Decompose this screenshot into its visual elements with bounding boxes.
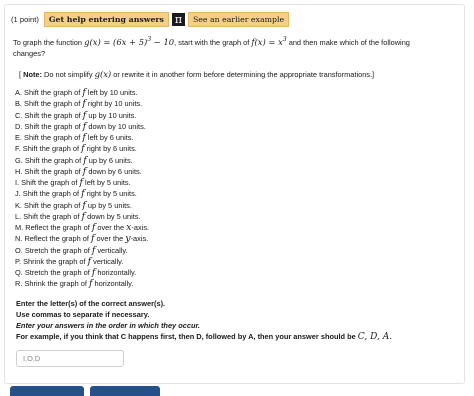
- question-text: To graph the function g(x) = (6x + 5)3 −…: [13, 36, 410, 47]
- option-text: E. Shift the graph of: [15, 133, 83, 142]
- option-text: J. Shift the graph of: [15, 189, 82, 199]
- option-text: L. Shift the graph of: [15, 211, 82, 221]
- option-item: A. Shift the graph of f left by 10 units…: [15, 87, 149, 98]
- points-label: (1 point): [11, 14, 39, 24]
- option-item: J. Shift the graph of f right by 5 units…: [15, 188, 149, 199]
- problem-header: (1 point) Get help entering answers π Se…: [11, 11, 290, 27]
- question-mid: , start with the graph of: [174, 37, 250, 47]
- instruction-line-3: Enter your answers in the order in which…: [16, 321, 200, 330]
- option-text: F. Shift the graph of: [15, 144, 82, 154]
- option-text: G. Shift the graph of: [15, 155, 84, 165]
- option-item: K. Shift the graph of f up by 5 units.: [15, 200, 149, 211]
- option-text-end: vertically.: [95, 245, 128, 255]
- note-text: [ Note: Do not simplify g(x) or rewrite …: [19, 69, 374, 79]
- question-line-2: changes?: [13, 49, 46, 58]
- option-item: B. Shift the graph of f right by 10 unit…: [15, 98, 149, 109]
- option-text: D. Shift the graph of: [15, 121, 83, 131]
- option-text-end: right by 5 units.: [84, 189, 137, 199]
- option-axis-tail: -axis.: [131, 223, 150, 232]
- option-text-end: left by 5 units.: [83, 178, 131, 187]
- option-item: C. Shift the graph of f up by 10 units.: [15, 110, 149, 121]
- option-item: D. Shift the graph of f down by 10 units…: [15, 121, 149, 132]
- function-f-expr: f(x) = x: [251, 36, 283, 47]
- option-item: P. Shrink the graph of f vertically.: [15, 256, 149, 267]
- option-text-end: down by 10 units.: [86, 121, 146, 131]
- option-text-end: down by 5 units.: [85, 211, 141, 221]
- option-text: C. Shift the graph of: [15, 110, 83, 120]
- function-g-expr: g(x) = (6x + 5): [84, 36, 148, 47]
- options-list: A. Shift the graph of f left by 10 units…: [15, 87, 149, 290]
- option-text: B. Shift the graph of: [15, 99, 83, 109]
- note-expr: g(x): [94, 69, 112, 79]
- note-label: Note:: [23, 70, 42, 79]
- instruction-line-4: For example, if you think that C happens…: [16, 332, 392, 342]
- option-text-end: up by 5 units.: [85, 200, 132, 210]
- option-item: H. Shift the graph of f down by 6 units.: [15, 166, 149, 177]
- option-text: I. Shift the graph of: [15, 178, 80, 187]
- answer-input[interactable]: [16, 350, 124, 367]
- option-text: Q. Stretch the graph of: [15, 268, 92, 277]
- option-text-end: horizontally.: [95, 268, 137, 277]
- instruction-line-1: Enter the letter(s) of the correct answe…: [16, 299, 166, 308]
- option-axis-tail: -axis.: [130, 234, 149, 244]
- function-g-tail: − 10: [151, 36, 175, 47]
- pi-icon[interactable]: π: [171, 12, 185, 26]
- option-item: G. Shift the graph of f up by 6 units.: [15, 155, 149, 166]
- instruction-example-answer: C, D, A.: [357, 332, 393, 342]
- option-text-end: over the: [94, 234, 126, 244]
- option-text-end: up by 10 units.: [86, 110, 137, 120]
- question-post: and then make which of the following: [286, 37, 410, 47]
- note-post: or rewrite it in another form before det…: [111, 70, 375, 79]
- option-text-end: down by 6 units.: [86, 166, 142, 176]
- option-text: R. Shrink the graph of: [15, 279, 89, 289]
- question-pre: To graph the function: [13, 37, 83, 47]
- option-text-end: horizontally.: [92, 279, 134, 289]
- note-pre: Do not simplify: [42, 70, 95, 79]
- submit-button[interactable]: [10, 386, 84, 396]
- instruction-line-2: Use commas to separate if necessary.: [16, 310, 150, 319]
- option-text: N. Reflect the graph of: [15, 234, 91, 244]
- option-text: K. Shift the graph of: [15, 200, 83, 210]
- option-text-end: over the: [95, 223, 127, 232]
- earlier-example-button[interactable]: See an earlier example: [187, 11, 290, 27]
- option-text-end: left by 10 units.: [85, 88, 138, 97]
- option-text: H. Shift the graph of: [15, 166, 83, 176]
- option-text: A. Shift the graph of: [15, 88, 83, 97]
- option-item: M. Reflect the graph of f over the x-axi…: [15, 222, 149, 233]
- option-item: O. Stretch the graph of f vertically.: [15, 245, 149, 256]
- option-item: R. Shrink the graph of f horizontally.: [15, 278, 149, 289]
- option-item: N. Reflect the graph of f over the y-axi…: [15, 233, 149, 244]
- help-entering-answers-button[interactable]: Get help entering answers: [43, 11, 169, 27]
- option-item: Q. Stretch the graph of f horizontally.: [15, 267, 149, 278]
- option-item: F. Shift the graph of f right by 6 units…: [15, 143, 149, 154]
- function-f: f(x) = x3: [251, 36, 286, 47]
- option-text: M. Reflect the graph of: [15, 223, 92, 232]
- option-text-end: left by 6 units.: [85, 133, 134, 142]
- option-item: L. Shift the graph of f down by 5 units.: [15, 211, 149, 222]
- function-g: g(x) = (6x + 5)3 − 10: [84, 36, 175, 47]
- option-text: O. Stretch the graph of: [15, 245, 92, 255]
- problem-panel: (1 point) Get help entering answers π Se…: [4, 4, 465, 384]
- preview-button[interactable]: [90, 386, 160, 396]
- option-item: E. Shift the graph of f left by 6 units.: [15, 132, 149, 143]
- instruction-example-text: For example, if you think that C happens…: [16, 332, 356, 341]
- option-text-end: right by 6 units.: [84, 144, 137, 154]
- option-text-end: right by 10 units.: [85, 99, 143, 109]
- option-text: P. Shrink the graph of: [15, 256, 88, 266]
- option-text-end: vertically.: [91, 256, 124, 266]
- option-item: I. Shift the graph of f left by 5 units.: [15, 177, 149, 188]
- option-text-end: up by 6 units.: [86, 155, 133, 165]
